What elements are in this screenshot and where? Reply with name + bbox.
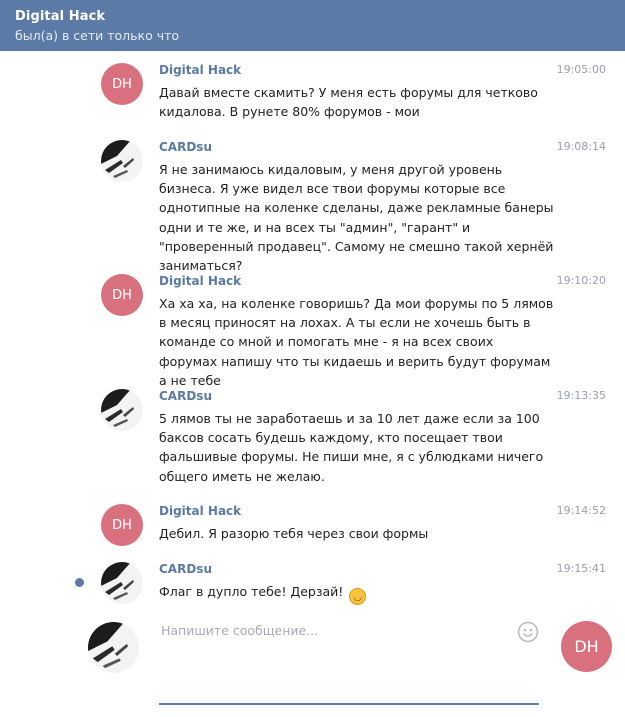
message-author[interactable]: Digital Hack <box>159 504 241 518</box>
message-author[interactable]: Digital Hack <box>159 63 241 77</box>
message-time: 19:14:52 <box>556 504 606 517</box>
avatar[interactable] <box>101 389 143 431</box>
message-author[interactable]: CARDsu <box>159 140 212 154</box>
message-text-content: Флаг в дупло тебе! Дерзай! <box>159 584 344 599</box>
grin-emoji-icon: ◡ <box>349 588 367 605</box>
avatar[interactable]: DH <box>101 274 143 316</box>
message-author[interactable]: Digital Hack <box>159 274 241 288</box>
message-author[interactable]: CARDsu <box>159 389 212 403</box>
chat-header: Digital Hack был(а) в сети только что <box>0 0 625 51</box>
message-text: Я не занимаюсь кидаловым, у меня другой … <box>159 162 554 274</box>
avatar[interactable] <box>101 562 143 604</box>
chat-title[interactable]: Digital Hack <box>15 9 105 24</box>
message-text: Дебил. Я разорю тебя через свои формы <box>159 526 429 541</box>
chat-status: был(а) в сети только что <box>15 28 180 43</box>
avatar[interactable]: DH <box>101 63 143 105</box>
message-text: Ха ха ха, на коленке говоришь? Да мои фо… <box>159 296 554 388</box>
my-avatar[interactable] <box>88 622 139 673</box>
message-time: 19:13:35 <box>556 389 606 402</box>
message-time: 19:15:41 <box>556 562 606 575</box>
send-as-avatar[interactable]: DH <box>561 621 612 672</box>
message-text: Флаг в дупло тебе! Дерзай! ◡ <box>159 582 554 605</box>
avatar[interactable] <box>101 140 143 182</box>
avatar[interactable]: DH <box>101 504 143 546</box>
message-time: 19:10:20 <box>556 274 606 287</box>
emoji-icon[interactable] <box>517 621 539 643</box>
input-underline <box>159 703 539 705</box>
unread-indicator <box>75 578 84 587</box>
message-time: 19:08:14 <box>556 140 606 153</box>
message-author[interactable]: CARDsu <box>159 562 212 576</box>
message-text: Давай вместе скамить? У меня есть форумы… <box>159 85 538 120</box>
message-input-placeholder[interactable]: Напишите сообщение... <box>161 623 318 638</box>
message-input[interactable]: Напишите сообщение... <box>159 617 539 707</box>
message-time: 19:05:00 <box>556 63 606 76</box>
message-text: 5 лямов ты не заработаешь и за 10 лет да… <box>159 411 544 484</box>
